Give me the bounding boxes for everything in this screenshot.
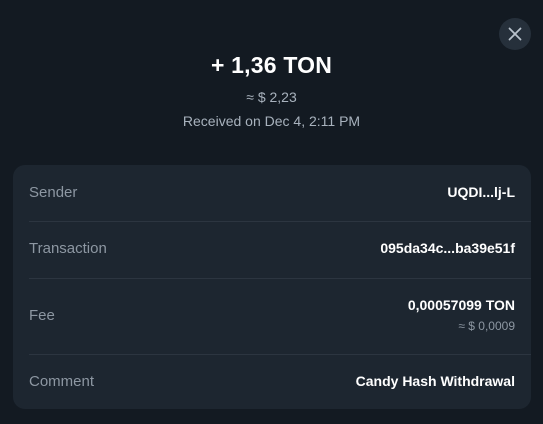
app-screen: + 1,36 TON ≈ $ 2,23 Received on Dec 4, 2… (0, 0, 543, 424)
transaction-amount: + 1,36 TON (210, 52, 333, 78)
transaction-label: Transaction (29, 240, 107, 257)
sender-address[interactable]: UQDI...lj-L (447, 184, 515, 200)
fee-label: Fee (29, 307, 55, 324)
close-icon (508, 27, 522, 41)
fee-fiat-value: ≈ $ 0,0009 (458, 319, 515, 333)
comment-label: Comment (29, 373, 95, 390)
details-card: Sender UQDI...lj-L Transaction 095da34c.… (13, 165, 531, 409)
received-date: Received on Dec 4, 2:11 PM (182, 113, 361, 129)
close-button[interactable] (499, 18, 531, 50)
transaction-row: Transaction 095da34c...ba39e51f (13, 222, 531, 278)
fiat-amount: ≈ $ 2,23 (246, 89, 297, 105)
fee-value: 0,00057099 TON (407, 297, 515, 313)
comment-row: Comment Candy Hash Withdrawal (13, 355, 531, 409)
transaction-hash[interactable]: 095da34c...ba39e51f (380, 240, 515, 256)
transaction-details-modal: + 1,36 TON ≈ $ 2,23 Received on Dec 4, 2… (0, 0, 543, 424)
sender-label: Sender (29, 184, 78, 201)
comment-value: Candy Hash Withdrawal (355, 373, 515, 389)
sender-row: Sender UQDI...lj-L (13, 165, 531, 221)
fee-row: Fee 0,00057099 TON ≈ $ 0,0009 (13, 279, 531, 354)
